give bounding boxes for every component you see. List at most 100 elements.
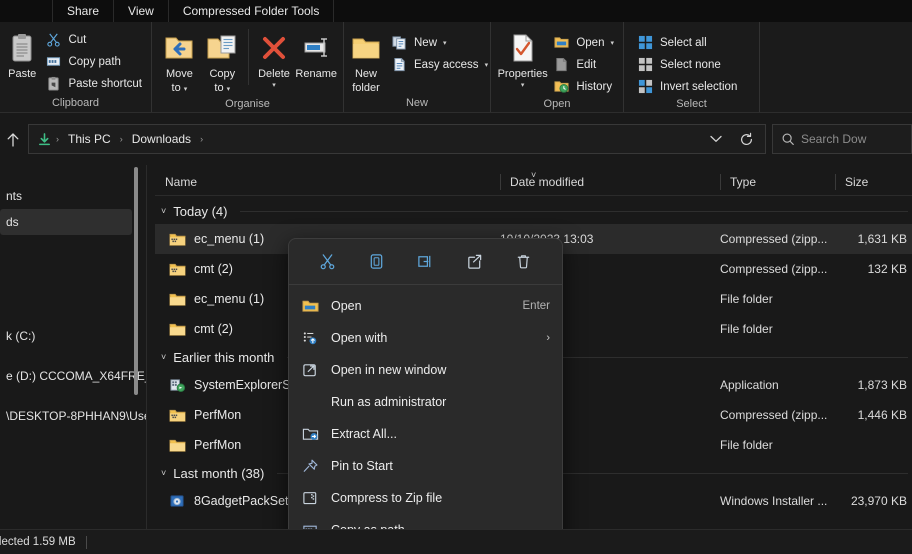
ribbon-group-new-label: New — [344, 95, 490, 112]
sidebar-scrollbar[interactable] — [134, 167, 138, 395]
ribbon-group-open: Properties ▾ Open ▾ — [491, 22, 624, 112]
search-box[interactable]: Search Dow — [772, 124, 912, 154]
group-header-label: Last month (38) — [173, 466, 264, 481]
context-menu-item-open-in-new-window[interactable]: Open in new window — [289, 354, 562, 386]
refresh-icon — [739, 132, 754, 147]
breadcrumb-this-pc[interactable]: This PC — [63, 130, 116, 148]
move-to-button[interactable]: Move to ▾ — [158, 27, 201, 96]
share-button[interactable] — [458, 246, 492, 276]
context-menu-item-label: Open — [331, 299, 511, 313]
context-menu-item-open[interactable]: Open Enter — [289, 290, 562, 322]
paste-shortcut-icon — [45, 75, 62, 92]
search-input[interactable]: Search Dow — [801, 132, 866, 146]
group-header-today[interactable]: ˅ Today (4) — [155, 198, 912, 224]
compress-zip-icon — [301, 489, 319, 507]
sidebar-item-downloads[interactable]: ds — [0, 209, 132, 235]
copy-to-button[interactable]: Copy to ▾ — [201, 27, 244, 96]
sidebar-item-network-share[interactable]: \DESKTOP-8PHHAN9\Use — [0, 403, 146, 429]
share-icon — [466, 253, 483, 270]
select-all-button-label: Select all — [660, 37, 707, 49]
context-menu-item-run-as-administrator[interactable]: Run as administrator — [289, 386, 562, 418]
file-type-cell: File folder — [720, 322, 835, 336]
cut-button[interactable]: Cut — [42, 30, 145, 49]
context-menu-item-label: Open in new window — [331, 363, 550, 377]
edit-icon — [553, 56, 570, 73]
search-icon — [781, 132, 795, 146]
column-header-type[interactable]: Type — [720, 168, 835, 196]
copy-path-button[interactable]: Copy path — [42, 52, 145, 71]
edit-button[interactable]: Edit — [550, 55, 617, 74]
file-size-cell: 1,631 KB — [835, 232, 907, 246]
tab-compressed-folder-tools[interactable]: Compressed Folder Tools — [169, 0, 335, 22]
context-menu: Open Enter Open with › O — [288, 238, 563, 554]
column-header-name-label: Name — [165, 175, 197, 189]
ribbon: Paste Cut — [0, 22, 912, 113]
cut-button[interactable] — [311, 246, 345, 276]
copy-button[interactable] — [360, 246, 394, 276]
move-to-icon — [163, 30, 195, 66]
easy-access-button[interactable]: Easy access ▾ — [388, 55, 491, 74]
file-name-label: 8GadgetPackSetup — [194, 494, 302, 508]
tab-compressed-folder-tools-label: Compressed Folder Tools — [183, 4, 320, 18]
downloads-icon — [33, 132, 52, 147]
ribbon-tab-strip: Share View Compressed Folder Tools — [0, 0, 912, 22]
invert-selection-button[interactable]: Invert selection — [634, 77, 740, 96]
open-button[interactable]: Open ▾ — [550, 33, 617, 52]
sidebar-item-dvd-drive-d[interactable]: e (D:) CCCOMA_X64FRE_E — [0, 363, 146, 389]
file-size-cell: 1,873 KB — [835, 378, 907, 392]
context-menu-item-open-with[interactable]: Open with › — [289, 322, 562, 354]
context-menu-item-compress-to-zip[interactable]: Compress to Zip file — [289, 482, 562, 514]
tab-view[interactable]: View — [114, 0, 169, 22]
status-divider — [86, 536, 87, 549]
chevron-down-icon: ▾ — [610, 39, 614, 47]
new-folder-icon — [350, 30, 382, 66]
group-rule — [240, 211, 908, 212]
navigation-pane[interactable]: nts ds k (C:) e (D:) CCCOMA_X64FRE_E \DE… — [0, 165, 146, 529]
column-header-name[interactable]: Name — [155, 168, 500, 196]
breadcrumb-bar[interactable]: › This PC › Downloads › — [28, 124, 766, 154]
new-item-button[interactable]: New ▾ — [388, 33, 491, 52]
pane-divider[interactable] — [146, 165, 147, 529]
open-folder-icon — [553, 34, 570, 51]
refresh-button[interactable] — [731, 126, 761, 152]
sidebar-item-documents[interactable]: nts — [0, 183, 146, 209]
column-header-size[interactable]: Size — [835, 168, 912, 196]
folder-icon — [169, 438, 186, 453]
file-name-label: PerfMon — [194, 408, 241, 422]
address-history-dropdown-button[interactable] — [701, 126, 731, 152]
sidebar-item-label: \DESKTOP-8PHHAN9\Use — [6, 409, 146, 423]
new-folder-button[interactable]: New folder — [350, 27, 382, 94]
delete-button[interactable] — [507, 246, 541, 276]
chevron-down-icon: ▾ — [521, 80, 525, 92]
up-button[interactable] — [0, 124, 26, 154]
rename-button[interactable] — [409, 246, 443, 276]
no-icon — [301, 393, 319, 411]
breadcrumb-separator: › — [54, 134, 61, 144]
properties-button-label: Properties — [498, 68, 548, 80]
paste-button[interactable]: Paste — [6, 27, 38, 80]
rename-button[interactable]: Rename — [295, 27, 337, 80]
delete-button[interactable]: Delete ▾ — [253, 27, 296, 92]
file-name-label: PerfMon — [194, 438, 241, 452]
tab-share[interactable]: Share — [52, 0, 114, 22]
properties-button[interactable]: Properties ▾ — [497, 27, 548, 92]
file-type-cell: Windows Installer ... — [720, 494, 835, 508]
ribbon-group-clipboard-label: Clipboard — [0, 95, 151, 112]
context-menu-icon-row — [289, 239, 562, 283]
history-button[interactable]: History — [550, 77, 617, 96]
context-menu-item-extract-all[interactable]: Extract All... — [289, 418, 562, 450]
column-header-size-label: Size — [845, 175, 868, 189]
file-type-cell: File folder — [720, 292, 835, 306]
context-menu-item-pin-to-start[interactable]: Pin to Start — [289, 450, 562, 482]
select-all-button[interactable]: Select all — [634, 33, 740, 52]
sidebar-item-label: ds — [6, 215, 19, 229]
select-none-button[interactable]: Select none — [634, 55, 740, 74]
paste-shortcut-button[interactable]: Paste shortcut — [42, 74, 145, 93]
sidebar-item-local-disk-c[interactable]: k (C:) — [0, 323, 146, 349]
rename-icon — [417, 253, 434, 270]
invert-selection-icon — [637, 78, 654, 95]
breadcrumb-downloads[interactable]: Downloads — [127, 130, 196, 148]
delete-icon — [259, 30, 289, 66]
context-menu-item-label: Pin to Start — [331, 459, 550, 473]
sort-indicator-icon: ˅ — [531, 170, 536, 180]
